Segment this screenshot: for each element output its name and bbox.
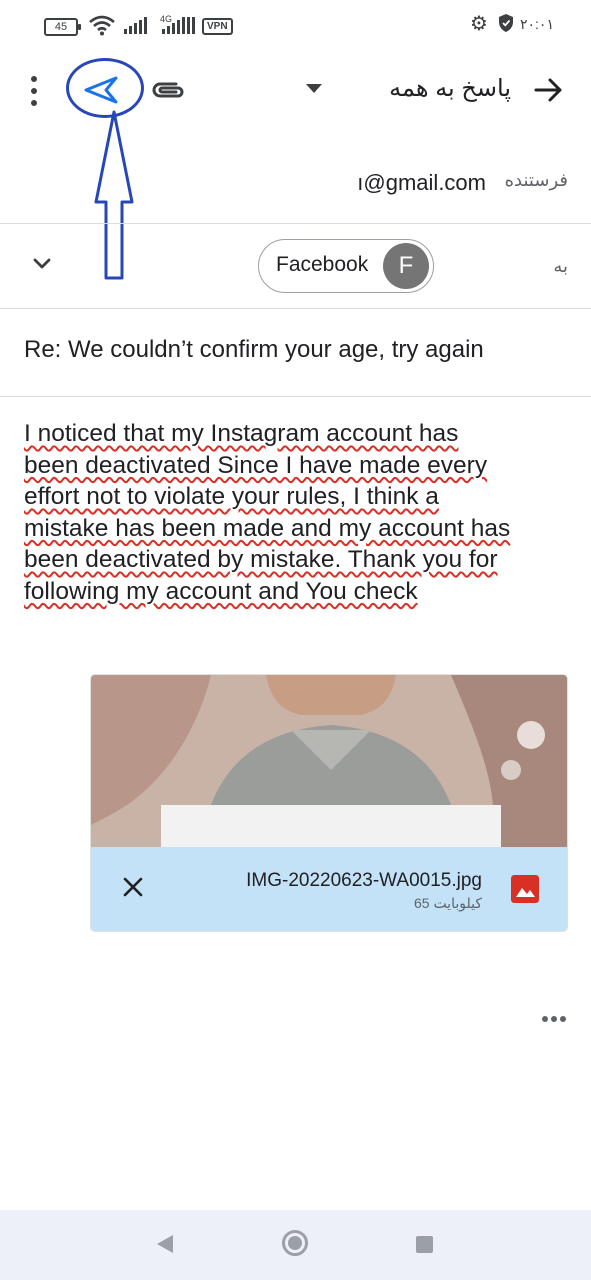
more-horiz-icon[interactable]	[542, 1016, 566, 1022]
back-arrow-icon[interactable]	[532, 72, 564, 108]
nav-back-icon[interactable]	[155, 1233, 175, 1255]
body-line-text: I noticed that my Instagram account has	[24, 420, 459, 447]
gear-icon: ⚙	[470, 13, 488, 35]
recipient-label: به	[553, 256, 568, 276]
body-line: following my account and You check	[24, 576, 569, 608]
more-vert-icon[interactable]	[22, 76, 46, 106]
chevron-down-icon[interactable]	[32, 256, 52, 272]
body-line-text: been deactivated by mistake. Thank you f…	[24, 546, 498, 573]
subject-field[interactable]: Re: We couldn’t confirm your age, try ag…	[24, 336, 574, 364]
compose-body[interactable]: I noticed that my Instagram account has …	[24, 418, 569, 607]
body-line: mistake has been made and my account has	[24, 513, 569, 545]
annotation-arrow-icon	[94, 110, 134, 280]
reply-all-selector[interactable]: پاسخ به همه	[346, 74, 511, 103]
body-line: been deactivated Since I have made every	[24, 450, 569, 482]
nav-recents-icon[interactable]	[416, 1236, 433, 1253]
recipient-name: Facebook	[276, 253, 369, 276]
signal-icon-2	[162, 16, 195, 34]
body-line-text: following my account and You check	[24, 577, 418, 605]
battery-indicator: 45	[44, 18, 81, 36]
divider	[0, 396, 591, 397]
send-icon[interactable]	[84, 76, 118, 104]
body-line: I noticed that my Instagram account has	[24, 418, 569, 450]
attachment-size: 65 کیلوبایت	[413, 895, 482, 911]
status-bar: 45 4G VPN ⚙ ۲۰:۰۱	[0, 0, 591, 52]
close-icon[interactable]	[122, 876, 144, 898]
clock: ۲۰:۰۱	[520, 16, 554, 32]
attach-icon[interactable]	[150, 77, 186, 103]
body-line-text: been deactivated Since I have made every	[24, 451, 488, 479]
attachment-card[interactable]	[91, 675, 567, 931]
attachment-filename: IMG-20220623-WA0015.jpg	[246, 870, 482, 891]
body-line-text: mistake has been made and my account has	[24, 514, 511, 542]
attachment-preview-image	[91, 675, 567, 847]
shield-icon	[499, 14, 513, 32]
sender-email: ı@gmail.com	[357, 170, 486, 195]
divider	[0, 223, 591, 224]
body-line-text: effort not to violate your rules, I thin…	[24, 483, 439, 510]
image-icon	[511, 875, 539, 903]
dropdown-icon[interactable]	[306, 84, 322, 93]
sender-label: فرستنده	[504, 170, 568, 190]
avatar: F	[383, 243, 429, 289]
vpn-badge: VPN	[202, 18, 233, 35]
body-line: been deactivated by mistake. Thank you f…	[24, 544, 569, 576]
wifi-icon	[89, 15, 115, 36]
signal-icon	[124, 16, 147, 34]
divider	[0, 308, 591, 309]
nav-home-dot	[288, 1236, 302, 1250]
body-line: effort not to violate your rules, I thin…	[24, 481, 569, 513]
